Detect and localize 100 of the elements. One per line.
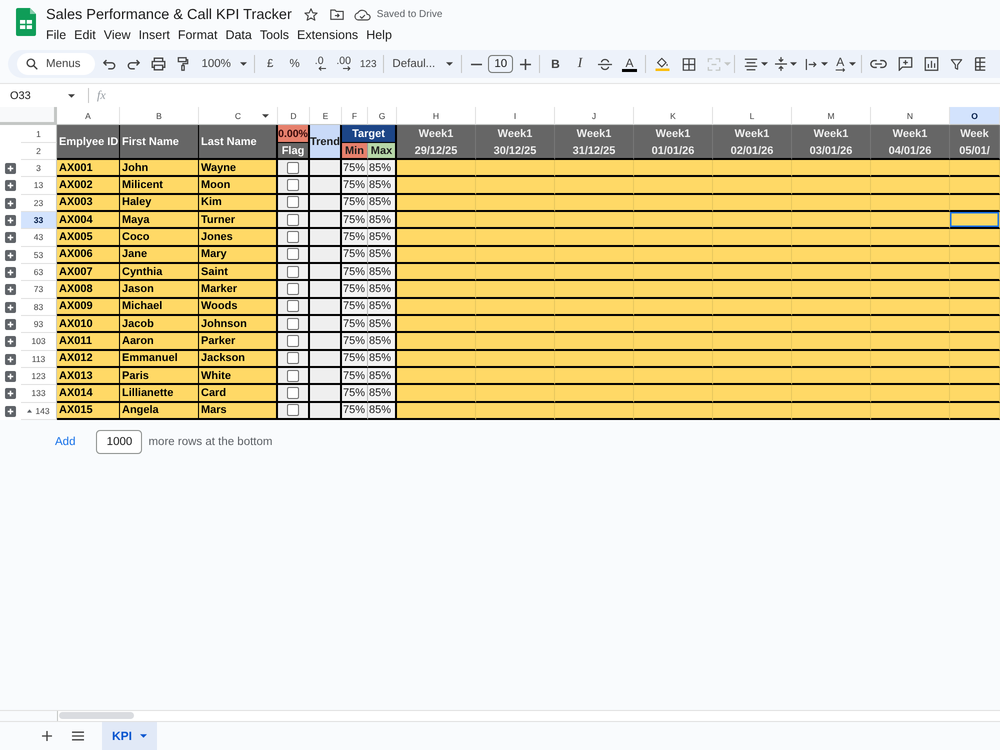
filter-icon[interactable] [950, 58, 964, 70]
column-header[interactable]: D [278, 107, 310, 125]
column-header[interactable]: K [634, 107, 713, 125]
expand-group-icon[interactable] [5, 319, 16, 330]
column-header[interactable]: L [713, 107, 792, 125]
borders-icon[interactable] [682, 58, 696, 70]
checkbox[interactable] [287, 386, 299, 399]
caret-icon[interactable] [68, 94, 75, 98]
row-count-field[interactable]: 1000 [96, 430, 142, 454]
print-icon[interactable] [151, 57, 166, 71]
row-header[interactable]: 13 [21, 177, 57, 195]
expand-group-icon[interactable] [5, 198, 16, 209]
column-header[interactable]: E [310, 107, 342, 125]
column-header[interactable]: J [555, 107, 634, 125]
expand-group-icon[interactable] [5, 371, 16, 382]
percent-button[interactable]: % [282, 52, 307, 76]
horizontal-scrollbar[interactable] [58, 711, 1000, 721]
expand-group-icon[interactable] [5, 302, 16, 313]
column-header[interactable]: B [120, 107, 199, 125]
star-icon[interactable] [304, 8, 318, 21]
row-header[interactable]: 1 [21, 125, 57, 143]
increase-decimal-button[interactable]: .00 [331, 52, 356, 76]
italic-button[interactable]: I [568, 52, 592, 76]
vertical-align-icon[interactable] [775, 57, 788, 71]
checkbox[interactable] [287, 248, 299, 260]
column-header[interactable]: M [792, 107, 871, 125]
row-header[interactable]: 43 [21, 229, 57, 247]
menu-item[interactable]: Format [178, 28, 218, 42]
bold-button[interactable]: B [543, 52, 568, 76]
menu-item[interactable]: Tools [260, 28, 290, 42]
checkbox[interactable] [287, 196, 299, 208]
checkbox[interactable] [287, 214, 299, 226]
sheets-logo-icon[interactable] [16, 8, 36, 36]
checkbox[interactable] [287, 266, 299, 278]
column-header[interactable]: A [57, 107, 120, 125]
expand-group-icon[interactable] [5, 354, 16, 365]
menu-item[interactable]: Insert [138, 28, 170, 42]
column-header[interactable]: I [476, 107, 555, 125]
expand-group-icon[interactable] [5, 163, 16, 174]
checkbox[interactable] [287, 178, 299, 191]
decrease-decimal-button[interactable]: .0 [306, 52, 332, 76]
checkbox[interactable] [287, 282, 299, 295]
row-header[interactable]: 73 [21, 281, 57, 299]
expand-group-icon[interactable] [5, 232, 16, 244]
undo-icon[interactable] [103, 58, 116, 70]
checkbox[interactable] [287, 370, 299, 382]
text-rotation-button[interactable]: A [834, 52, 846, 76]
row-header[interactable]: 103 [21, 333, 57, 351]
column-header[interactable]: G [368, 107, 397, 125]
row-header[interactable]: 33 [21, 212, 57, 230]
menu-item[interactable]: View [104, 28, 131, 42]
number-format-button[interactable]: 123 [356, 52, 380, 76]
row-header[interactable]: 3 [21, 160, 57, 178]
menu-item[interactable]: Help [366, 28, 392, 42]
scrollbar-thumb[interactable] [59, 712, 134, 719]
checkbox[interactable] [287, 352, 299, 364]
redo-icon[interactable] [127, 58, 140, 70]
sheet-tab[interactable]: KPI [102, 722, 157, 750]
checkbox[interactable] [287, 230, 299, 243]
text-wrap-icon[interactable] [804, 58, 818, 70]
table-icon[interactable] [974, 57, 986, 71]
row-header[interactable]: 113 [21, 350, 57, 368]
zoom-dropdown[interactable]: 100% [194, 52, 251, 76]
column-header[interactable]: H [397, 107, 476, 125]
row-header[interactable]: 23 [21, 194, 57, 212]
column-header[interactable]: F [342, 107, 368, 125]
row-header[interactable]: 83 [21, 298, 57, 316]
menu-item[interactable]: Edit [74, 28, 96, 42]
row-header[interactable]: 93 [21, 316, 57, 334]
menu-item[interactable]: Data [225, 28, 252, 42]
font-size-field[interactable]: 10 [488, 55, 514, 73]
fill-bucket-icon[interactable] [654, 57, 672, 71]
currency-button[interactable]: £ [258, 52, 282, 76]
text-color-button[interactable]: A [617, 52, 642, 76]
add-rows-button[interactable]: Add [55, 436, 76, 448]
folder-icon[interactable] [330, 9, 344, 20]
expand-group-icon[interactable] [5, 267, 16, 278]
document-title[interactable]: Sales Performance & Call KPI Tracker [46, 6, 292, 22]
font-dropdown[interactable]: Defaul... [387, 52, 458, 76]
menu-icon[interactable] [72, 731, 84, 741]
align-icon[interactable] [744, 58, 758, 70]
plus-icon[interactable] [520, 58, 531, 70]
cell-reference-field[interactable]: O33 [10, 90, 58, 102]
row-header[interactable]: 63 [21, 264, 57, 282]
expand-group-icon[interactable] [5, 406, 16, 417]
row-header[interactable]: 123 [21, 368, 57, 386]
chart-icon[interactable] [924, 57, 940, 71]
search-field[interactable]: Menus [17, 53, 95, 75]
checkbox[interactable] [287, 300, 299, 312]
expand-group-icon[interactable] [5, 215, 16, 226]
row-header[interactable]: 53 [21, 246, 57, 264]
expand-group-icon[interactable] [5, 180, 16, 192]
expand-group-icon[interactable] [5, 250, 16, 261]
checkbox[interactable] [287, 404, 299, 416]
paint-format-icon[interactable] [177, 57, 189, 71]
column-header[interactable]: C [199, 107, 278, 125]
checkbox[interactable] [287, 334, 299, 347]
comment-icon[interactable] [898, 57, 914, 71]
row-header[interactable]: 143 [21, 402, 57, 420]
column-header[interactable]: O [950, 107, 1000, 125]
